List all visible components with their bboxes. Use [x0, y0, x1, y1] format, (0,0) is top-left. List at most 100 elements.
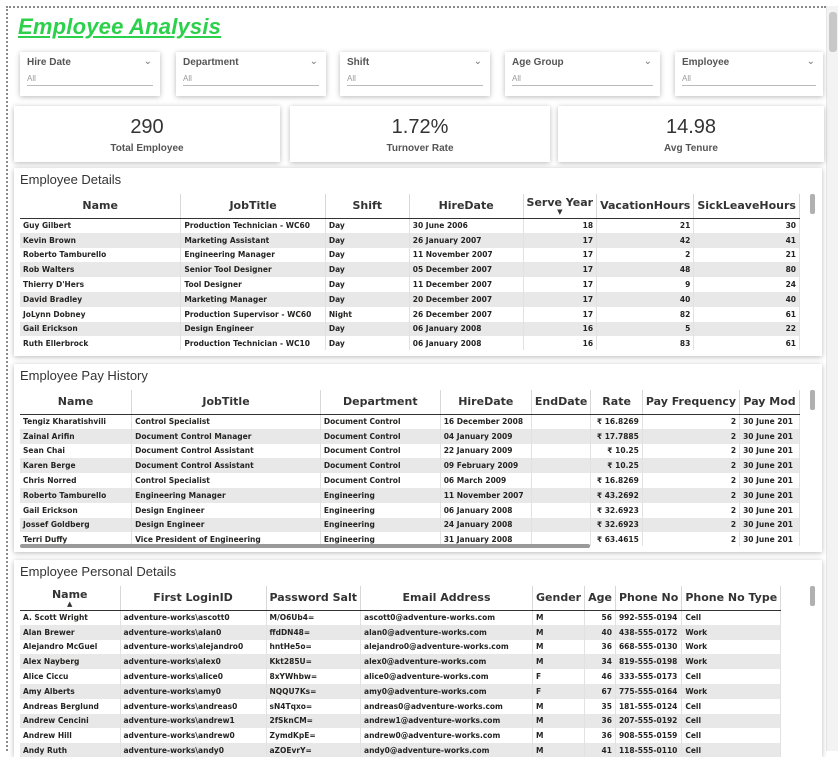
column-header[interactable]: Phone No Type — [681, 586, 782, 611]
table-row[interactable]: David Bradley Marketing Manager Day 20 Dece… — [20, 291, 800, 307]
column-header[interactable]: Phone No — [615, 586, 683, 611]
table-row[interactable]: Roberto Tamburello Engineering Manager Day… — [20, 247, 800, 263]
table-cell: Day — [325, 336, 410, 350]
column-header-sorted[interactable]: Name ▲ — [20, 586, 121, 611]
table-row[interactable]: Ruth Ellerbrock Production Technician - W… — [20, 336, 800, 350]
table-cell: 22 — [693, 321, 800, 337]
slicer-employee[interactable]: Employee ⌄ All — [675, 52, 823, 96]
table-cell: alex0@adventure-works.com — [360, 654, 534, 670]
table-cell: 775-555-0164 — [615, 683, 683, 699]
table-row[interactable]: Alex Nayberg adventure-works\alex0 Kkt285U… — [20, 654, 782, 670]
table-row[interactable]: Karen Berge Document Control Assistant Doc… — [20, 458, 800, 474]
column-header[interactable]: Pay Mod — [739, 390, 800, 415]
column-header-sorted[interactable]: Serve Year ▼ — [523, 194, 598, 219]
table-row[interactable]: Guy Gilbert Production Technician - WC60 D… — [20, 218, 800, 233]
slicer-value[interactable]: All — [183, 74, 319, 86]
column-header[interactable]: HireDate — [440, 390, 532, 415]
table-cell: Cell — [681, 743, 782, 757]
table-cell: 35 — [584, 698, 616, 714]
chevron-down-icon[interactable]: ⌄ — [644, 56, 652, 67]
table-row[interactable]: Sean Chai Document Control Assistant Docum… — [20, 443, 800, 459]
table-row[interactable]: Roberto Tamburello Engineering Manager Eng… — [20, 487, 800, 503]
column-header[interactable]: Department — [320, 390, 441, 415]
table-cell: 992-555-0194 — [615, 610, 683, 625]
slicer-value[interactable]: All — [27, 74, 153, 86]
table-row[interactable]: Rob Walters Senior Tool Designer Day 05 Dec… — [20, 262, 800, 278]
column-header[interactable]: HireDate — [409, 194, 524, 219]
table-title: Employee Pay History — [20, 368, 148, 383]
table-scrollbar-thumb[interactable] — [810, 586, 815, 606]
column-header[interactable]: VacationHours — [596, 194, 695, 219]
table-row[interactable]: A. Scott Wright adventure-works\ascott0 M/… — [20, 610, 782, 625]
table-row[interactable]: Thierry D'Hers Tool Designer Day 11 Decembe… — [20, 277, 800, 292]
table-row[interactable]: Andy Ruth adventure-works\andy0 aZOEvrY= an… — [20, 743, 782, 757]
table-row[interactable]: Andrew Cencini adventure-works\andrew1 2fS… — [20, 713, 782, 729]
slicer-age-group[interactable]: Age Group ⌄ All — [505, 52, 660, 96]
page-scrollbar-thumb[interactable] — [829, 12, 837, 52]
column-header[interactable]: Gender — [532, 586, 586, 611]
table-row[interactable]: Gail Erickson Design Engineer Engineering 0… — [20, 502, 800, 518]
column-header[interactable]: Password Salt — [266, 586, 362, 611]
column-header[interactable]: Name — [20, 390, 133, 415]
table-row[interactable]: Andreas Berglund adventure-works\andreas0… — [20, 698, 782, 714]
table-row[interactable]: Chris Norred Control Specialist Document C… — [20, 473, 800, 488]
table-scrollbar[interactable] — [810, 586, 816, 749]
table-row[interactable]: Andrew Hill adventure-works\andrew0 ZymdKp… — [20, 728, 782, 744]
table-cell: Alan Brewer — [20, 624, 121, 640]
slicer-value[interactable]: All — [682, 74, 816, 86]
table-row[interactable]: Alejandro McGuel adventure-works\alejandr… — [20, 639, 782, 655]
column-header[interactable]: Rate — [590, 390, 643, 415]
table-scrollbar-thumb[interactable] — [810, 194, 815, 214]
column-header[interactable]: JobTitle — [180, 194, 326, 219]
chevron-down-icon[interactable]: ⌄ — [144, 56, 152, 67]
table-cell: 668-555-0130 — [615, 639, 683, 655]
table-row[interactable]: Alice Ciccu adventure-works\alice0 8xYWhbw… — [20, 669, 782, 684]
table-scrollbar[interactable] — [810, 194, 816, 348]
column-header[interactable]: Shift — [325, 194, 410, 219]
slicer-department[interactable]: Department ⌄ All — [176, 52, 326, 96]
table-cell: amy0@adventure-works.com — [360, 683, 534, 699]
table-scrollbar[interactable] — [810, 390, 816, 544]
slicer-value[interactable]: All — [512, 74, 653, 86]
table-cell: Roberto Tamburello — [20, 247, 182, 263]
table-row[interactable]: Jossef Goldberg Design Engineer Engineerin… — [20, 517, 800, 533]
column-header[interactable]: JobTitle — [131, 390, 321, 415]
table-cell: Design Engineer — [131, 502, 321, 518]
table-row[interactable]: Zainal Arifin Document Control Manager Doc… — [20, 428, 800, 444]
chevron-down-icon[interactable]: ⌄ — [474, 56, 482, 67]
column-header[interactable]: First LoginID — [120, 586, 267, 611]
table-row[interactable]: Gail Erickson Design Engineer Day 06 Januar… — [20, 321, 800, 337]
table-row[interactable]: Kevin Brown Marketing Assistant Day 26 Janu… — [20, 232, 800, 248]
table-cell: Day — [325, 291, 410, 307]
column-header[interactable]: Pay Frequency — [642, 390, 741, 415]
table-cell: ffdDN48= — [266, 624, 362, 640]
table-cell: Karen Berge — [20, 458, 133, 474]
table-row[interactable]: Amy Alberts adventure-works\amy0 NQQU7Ks= a… — [20, 683, 782, 699]
table-row[interactable]: JoLynn Dobney Production Supervisor - WC6… — [20, 306, 800, 322]
table-horizontal-scrollbar[interactable] — [20, 544, 590, 548]
table-cell: Document Control — [320, 443, 441, 459]
column-header[interactable]: Name — [20, 194, 182, 219]
table-scrollbar-thumb[interactable] — [810, 390, 815, 410]
slicer-hire-date[interactable]: Hire Date ⌄ All — [20, 52, 160, 96]
slicer-value[interactable]: All — [347, 74, 483, 86]
slicer-shift[interactable]: Shift ⌄ All — [340, 52, 490, 96]
table-cell: 2 — [642, 517, 741, 533]
table-row[interactable]: Tengiz Kharatishvili Control Specialist Do… — [20, 414, 800, 429]
table-cell: 16 December 2008 — [440, 414, 532, 429]
table-cell: Cell — [681, 698, 782, 714]
table-cell: David Bradley — [20, 291, 182, 307]
table-cell: Work — [681, 624, 782, 640]
personal-details-table: Employee Personal Details Name ▲ First Lo… — [14, 560, 822, 757]
chevron-down-icon[interactable]: ⌄ — [310, 56, 318, 67]
column-header[interactable]: Age — [584, 586, 616, 611]
table-cell: 61 — [693, 336, 800, 350]
column-header[interactable]: EndDate — [531, 390, 592, 415]
column-header[interactable]: Email Address — [360, 586, 534, 611]
table-row[interactable]: Alan Brewer adventure-works\alan0 ffdDN48=… — [20, 624, 782, 640]
chevron-down-icon[interactable]: ⌄ — [807, 56, 815, 67]
page-scrollbar[interactable] — [826, 6, 838, 751]
column-header[interactable]: SickLeaveHours — [693, 194, 800, 219]
table-cell: 2 — [642, 487, 741, 503]
table-cell: ascott0@adventure-works.com — [360, 610, 534, 625]
